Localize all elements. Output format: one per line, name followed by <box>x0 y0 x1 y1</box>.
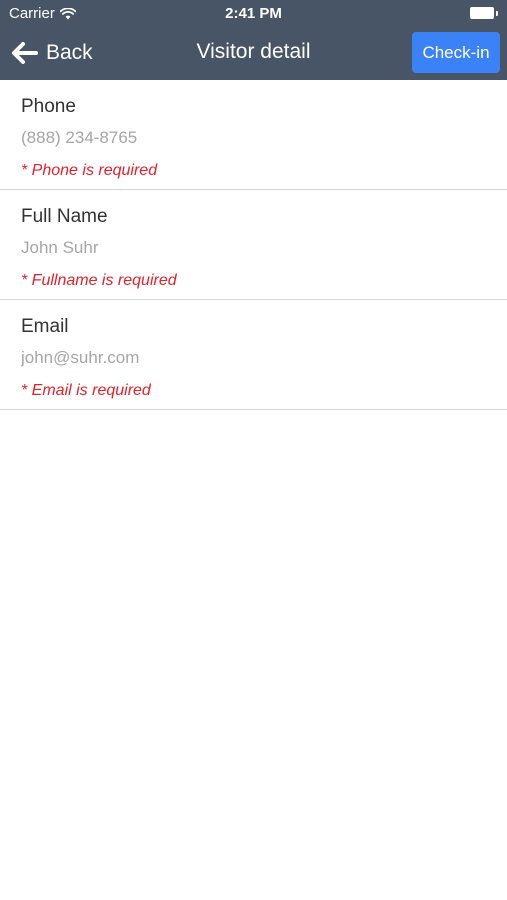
phone-input[interactable] <box>21 128 481 148</box>
nav-bar: Back Visitor detail Check-in <box>0 26 507 80</box>
check-in-button[interactable]: Check-in <box>412 32 500 73</box>
fullname-label: Full Name <box>21 206 108 227</box>
fullname-input[interactable] <box>21 238 481 258</box>
visitor-detail-screen: Carrier 2:41 PM Back Visitor detail Chec… <box>0 0 507 900</box>
phone-label: Phone <box>21 96 76 117</box>
email-input[interactable] <box>21 348 481 368</box>
header: Carrier 2:41 PM Back Visitor detail Chec… <box>0 0 507 80</box>
fullname-field-group: Full Name * Fullname is required <box>0 190 507 300</box>
status-time: 2:41 PM <box>225 5 282 22</box>
visitor-form: Phone * Phone is required Full Name * Fu… <box>0 80 507 410</box>
email-label: Email <box>21 316 69 337</box>
status-bar: Carrier 2:41 PM <box>0 0 507 26</box>
fullname-error: * Fullname is required <box>21 272 177 289</box>
email-error: * Email is required <box>21 382 151 399</box>
back-button[interactable]: Back <box>10 38 93 68</box>
back-label: Back <box>46 41 93 64</box>
phone-field-group: Phone * Phone is required <box>0 80 507 190</box>
battery-icon <box>470 7 498 19</box>
email-field-group: Email * Email is required <box>0 300 507 410</box>
phone-error: * Phone is required <box>21 162 158 179</box>
arrow-left-icon <box>10 41 38 65</box>
